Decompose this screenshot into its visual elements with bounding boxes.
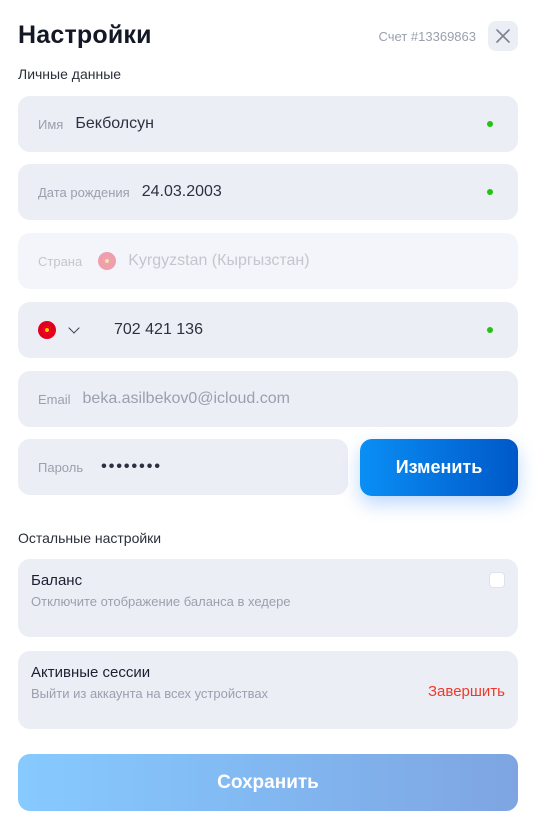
- birthdate-label: Дата рождения: [38, 184, 130, 200]
- password-field[interactable]: Пароль ••••••••: [18, 439, 348, 495]
- valid-indicator: [487, 327, 493, 333]
- name-label: Имя: [38, 116, 64, 132]
- birthdate-value: 24.03.2003: [141, 183, 222, 200]
- balance-description: Отключите отображение баланса в хедере: [31, 594, 291, 609]
- password-label: Пароль: [38, 459, 84, 475]
- password-value: ••••••••: [101, 458, 162, 475]
- personal-section-label: Личные данные: [18, 66, 122, 82]
- valid-indicator: [487, 121, 493, 127]
- change-password-button[interactable]: Изменить: [360, 439, 518, 496]
- sessions-setting: Активные сессии Выйти из аккаунта на все…: [18, 651, 518, 729]
- country-field: Страна Kyrgyzstan (Кыргызстан): [18, 233, 518, 289]
- birthdate-field[interactable]: Дата рождения 24.03.2003: [18, 164, 518, 220]
- settings-modal: Настройки Счет #13369863 Личные данные И…: [0, 0, 536, 835]
- close-button[interactable]: [488, 21, 518, 51]
- phone-field[interactable]: 702 421 136: [18, 302, 518, 358]
- other-section-label: Остальные настройки: [18, 530, 162, 546]
- country-value: Kyrgyzstan (Кыргызстан): [128, 252, 310, 269]
- close-icon: [496, 29, 510, 43]
- name-field[interactable]: Имя Бекболсун: [18, 96, 518, 152]
- kyrgyzstan-flag-icon: [98, 252, 117, 270]
- account-number: Счет #13369863: [378, 29, 476, 44]
- end-sessions-link[interactable]: Завершить: [428, 683, 505, 700]
- valid-indicator: [487, 189, 493, 195]
- email-label: Email: [38, 391, 71, 407]
- save-button[interactable]: Сохранить: [18, 754, 518, 811]
- name-value: Бекболсун: [75, 115, 154, 132]
- email-value: beka.asilbekov0@icloud.com: [82, 390, 290, 407]
- balance-title: Баланс: [31, 572, 83, 589]
- country-label: Страна: [38, 253, 83, 269]
- page-title: Настройки: [18, 21, 152, 49]
- kyrgyzstan-flag-icon: [38, 321, 56, 339]
- balance-checkbox[interactable]: [489, 572, 505, 588]
- sessions-title: Активные сессии: [31, 664, 151, 681]
- chevron-down-icon[interactable]: [68, 322, 80, 334]
- email-field[interactable]: Email beka.asilbekov0@icloud.com: [18, 371, 518, 427]
- phone-value: 702 421 136: [114, 321, 203, 338]
- balance-setting: Баланс Отключите отображение баланса в х…: [18, 559, 518, 637]
